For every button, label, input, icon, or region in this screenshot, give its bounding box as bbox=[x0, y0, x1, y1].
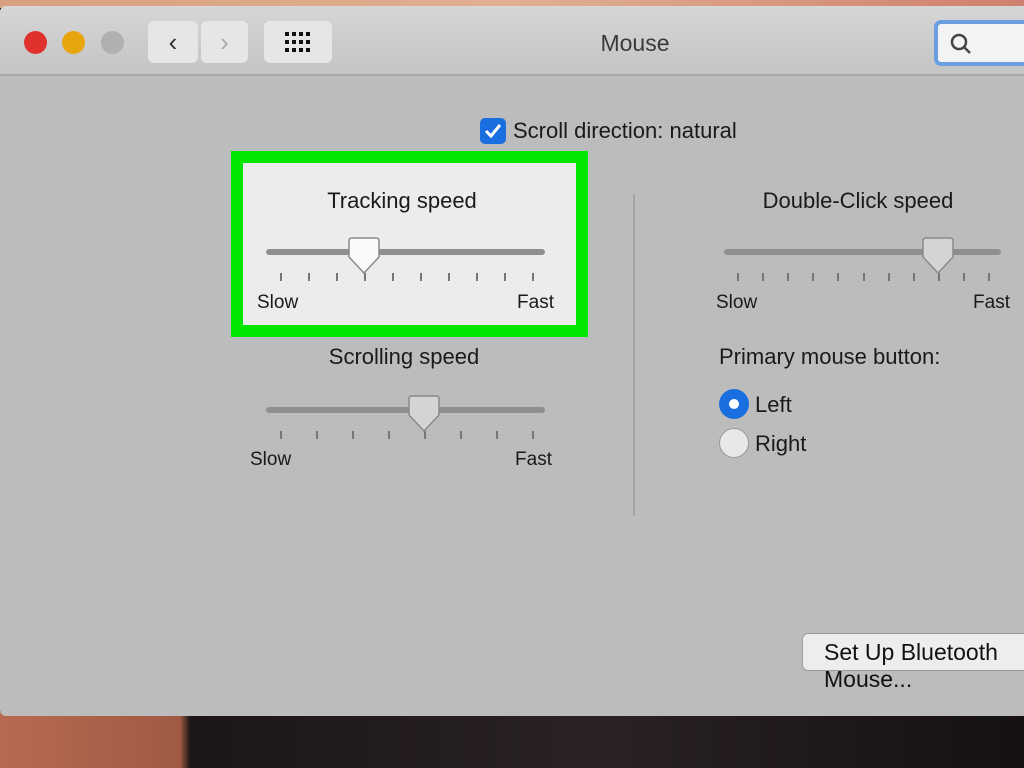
double_click-tick bbox=[837, 273, 840, 281]
tracking-tick bbox=[280, 273, 282, 281]
double_click-tick bbox=[887, 273, 890, 281]
scroll-direction-label: Scroll direction: natural bbox=[513, 118, 737, 143]
tracking-tick bbox=[532, 273, 534, 281]
window-title: Mouse bbox=[600, 30, 670, 56]
primary-button-label: Primary mouse button: bbox=[719, 344, 941, 369]
scrolling-tick bbox=[532, 431, 534, 439]
search-icon bbox=[950, 33, 971, 54]
scrolling-tick bbox=[388, 431, 390, 439]
title-bar: ‹ › Mouse bbox=[0, 6, 1024, 76]
tracking-title: Tracking speed bbox=[327, 188, 477, 213]
tracking-slider-track[interactable] bbox=[266, 249, 545, 255]
double_click-slow-label: Slow bbox=[716, 292, 758, 313]
scrolling-tick bbox=[496, 431, 498, 439]
scrolling-slider-thumb[interactable] bbox=[408, 395, 440, 433]
double_click-tick bbox=[787, 273, 790, 281]
scrolling-tick bbox=[460, 431, 462, 439]
double_click-tick bbox=[862, 273, 865, 281]
double_click-tick bbox=[737, 273, 739, 281]
tracking-tick bbox=[448, 273, 450, 281]
scrolling-tick bbox=[352, 431, 354, 439]
tracking-fast-label: Fast bbox=[517, 292, 554, 313]
tracking-tick bbox=[476, 273, 478, 281]
double_click-tick bbox=[762, 273, 765, 281]
scrolling-slow-label: Slow bbox=[250, 449, 292, 470]
double_click-slider-thumb[interactable] bbox=[922, 237, 954, 275]
double_click-slider-track[interactable] bbox=[724, 249, 1001, 255]
divider bbox=[633, 194, 635, 516]
tracking-tick bbox=[504, 273, 506, 281]
tracking-slider-thumb[interactable] bbox=[348, 237, 380, 275]
desktop-background bbox=[0, 712, 1024, 768]
double_click-tick bbox=[988, 273, 990, 281]
double_click-title: Double-Click speed bbox=[762, 188, 954, 213]
mouse-preferences-window: ‹ › Mouse Scroll direction: natural Trac… bbox=[0, 6, 1024, 716]
radio-right-label: Right bbox=[755, 431, 807, 456]
double_click-fast-label: Fast bbox=[973, 292, 1010, 313]
radio-left[interactable] bbox=[719, 389, 749, 419]
tracking-tick bbox=[336, 273, 338, 281]
tracking-tick bbox=[392, 273, 394, 281]
search-field[interactable] bbox=[934, 20, 1024, 66]
checkmark-icon bbox=[484, 124, 502, 139]
scrolling-fast-label: Fast bbox=[515, 449, 552, 470]
double_click-tick bbox=[962, 273, 965, 281]
tracking-tick bbox=[308, 273, 310, 281]
radio-right[interactable] bbox=[719, 428, 749, 458]
double_click-tick bbox=[812, 273, 815, 281]
scrolling-title: Scrolling speed bbox=[328, 344, 480, 369]
tracking-slow-label: Slow bbox=[257, 292, 299, 313]
scrolling-tick bbox=[280, 431, 282, 439]
radio-left-label: Left bbox=[755, 392, 792, 417]
scrolling-slider-track[interactable] bbox=[266, 407, 545, 413]
scrolling-tick bbox=[316, 431, 318, 439]
tracking-tick bbox=[420, 273, 422, 281]
set-up-bluetooth-mouse-button[interactable]: Set Up Bluetooth Mouse... bbox=[802, 633, 1024, 692]
double_click-tick bbox=[912, 273, 915, 281]
scroll-direction-checkbox[interactable] bbox=[480, 118, 506, 144]
